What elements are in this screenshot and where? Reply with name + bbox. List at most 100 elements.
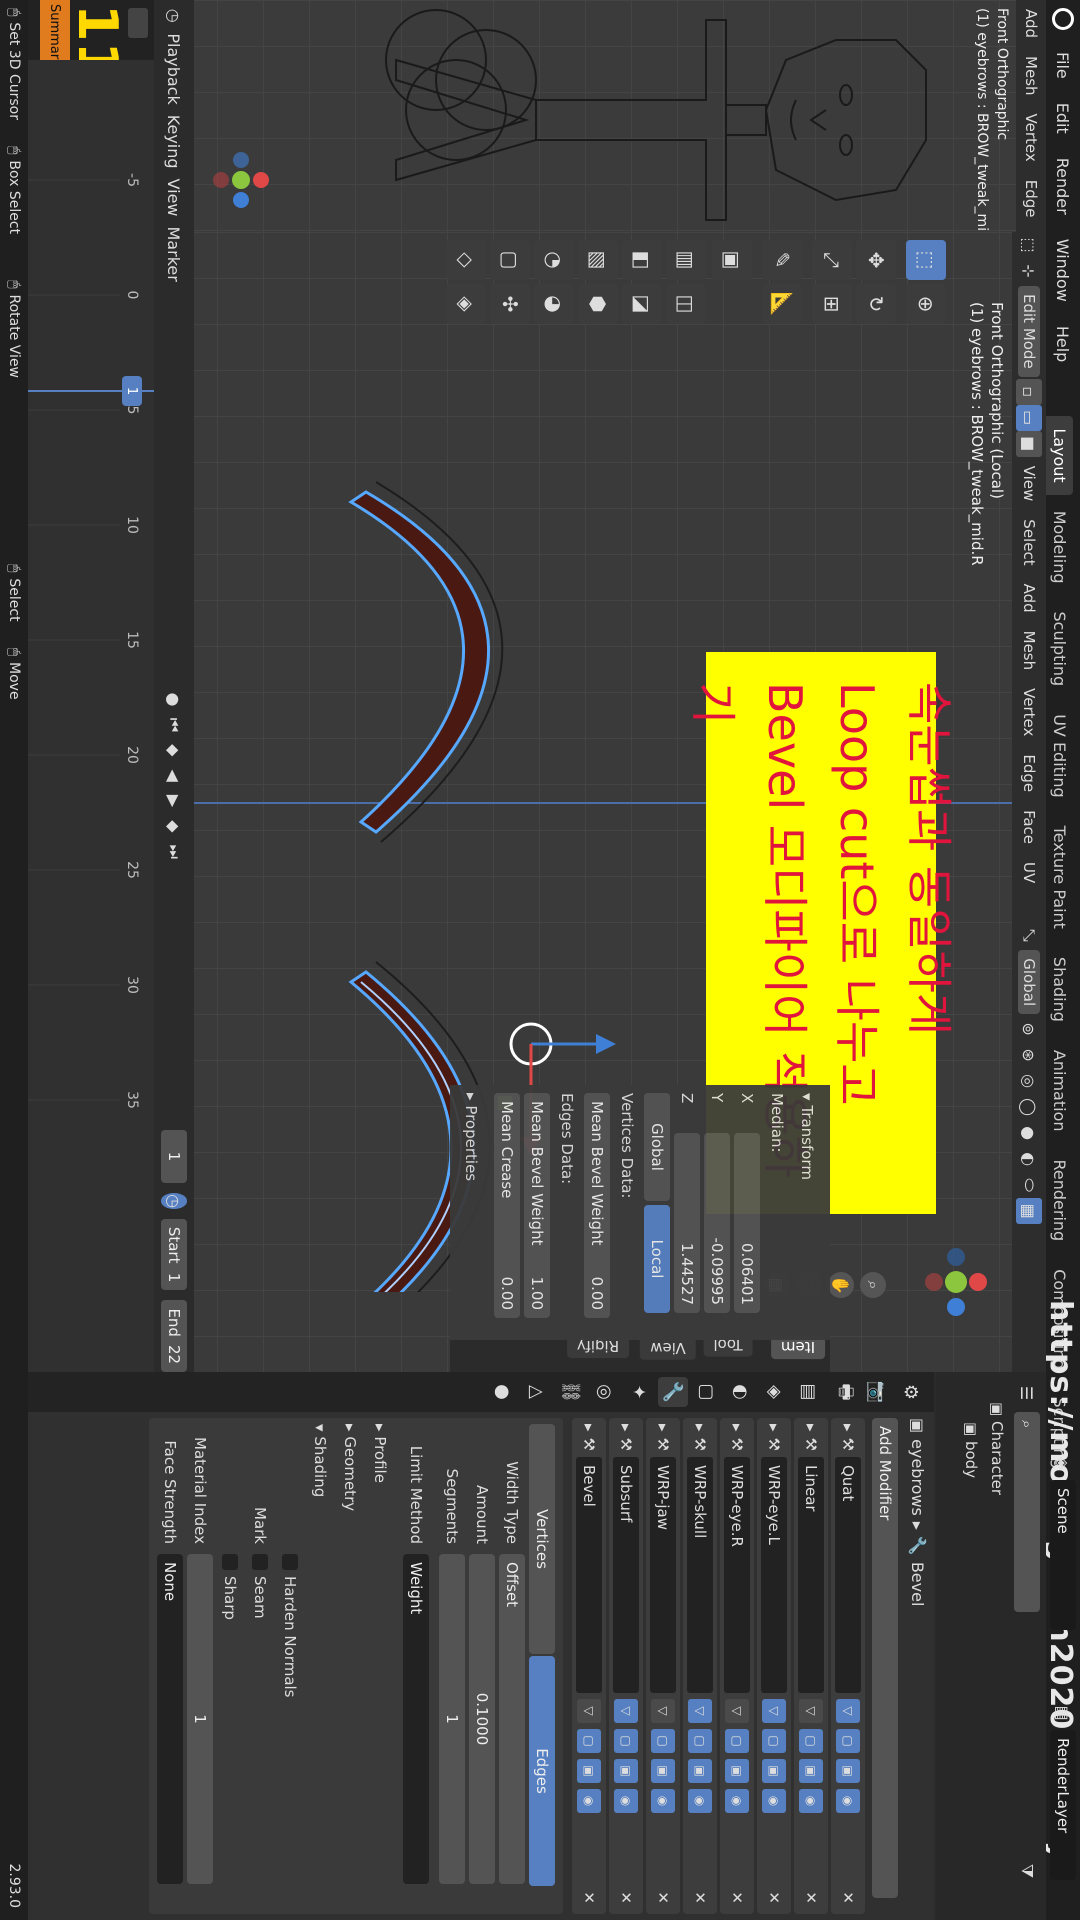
cursor-tool-icon[interactable]: ⊹ bbox=[1016, 258, 1042, 284]
viewport-toggle-icon[interactable]: ▣ bbox=[577, 1758, 601, 1783]
outliner-editor-icon[interactable]: ☰ bbox=[1014, 1380, 1040, 1406]
render-toggle-icon[interactable]: ◉ bbox=[799, 1788, 823, 1813]
vertex-bevel-weight-field[interactable]: Mean Bevel Weight 0.00 bbox=[584, 1093, 610, 1318]
current-frame-field[interactable]: 1 bbox=[161, 1129, 187, 1184]
edge-bevel-weight-field[interactable]: Mean Bevel Weight 1.00 bbox=[524, 1093, 550, 1318]
pan-hand-icon[interactable]: ✋ bbox=[828, 1272, 854, 1298]
overlays-icon[interactable]: ⬭ bbox=[1016, 1172, 1042, 1198]
viewport-toggle-icon[interactable]: ▣ bbox=[799, 1758, 823, 1783]
modifier-row[interactable]: ▸ ⚒ Bevel ▽ ▢ ▣ ◉ ✕ bbox=[572, 1418, 606, 1914]
render-toggle-icon[interactable]: ◉ bbox=[725, 1788, 749, 1813]
median-z-field[interactable]: 1.44527 bbox=[674, 1133, 700, 1313]
constraints-tab-icon[interactable]: ⛓ bbox=[556, 1377, 586, 1407]
scale-tool[interactable]: ⤢ bbox=[812, 240, 852, 280]
render-toggle-icon[interactable]: ◉ bbox=[614, 1788, 638, 1813]
outliner-item-character[interactable]: ▣ Character bbox=[988, 1402, 1006, 1495]
viewport-toggle-icon[interactable]: ▣ bbox=[725, 1758, 749, 1783]
edge-select-icon[interactable]: ▭ bbox=[1016, 404, 1042, 431]
vertex-select-icon[interactable]: ▫ bbox=[1016, 378, 1042, 405]
viewport-menu-select[interactable]: Select bbox=[1020, 510, 1038, 574]
transform-tool[interactable]: ⊞ bbox=[812, 284, 852, 324]
limit-method-select[interactable]: Weight bbox=[403, 1554, 429, 1884]
expand-arrow-icon[interactable]: ▸ bbox=[654, 1424, 672, 1432]
world-tab-icon[interactable]: ◐ bbox=[726, 1377, 756, 1407]
remove-modifier-icon[interactable]: ✕ bbox=[765, 1891, 783, 1904]
properties-subpanel-header[interactable]: ▸ Properties bbox=[456, 1093, 486, 1332]
modifier-row[interactable]: ▸ ⚒ WRP-eye.R ▽ ▢ ▣ ◉ ✕ bbox=[720, 1418, 754, 1914]
prev-keyframe-icon[interactable]: ◆ bbox=[161, 743, 187, 758]
viewport-menu-view[interactable]: View bbox=[1020, 457, 1038, 511]
median-x-field[interactable]: 0.06401 bbox=[734, 1133, 760, 1313]
editmode-toggle-icon[interactable]: ▽ bbox=[577, 1698, 601, 1723]
snap-icon[interactable]: ⊛ bbox=[1016, 1042, 1042, 1068]
cage-toggle-icon[interactable]: ▢ bbox=[614, 1728, 638, 1753]
cage-toggle-icon[interactable]: ▢ bbox=[725, 1728, 749, 1753]
cage-toggle-icon[interactable]: ▢ bbox=[836, 1728, 860, 1753]
scene-selector[interactable]: Scene bbox=[1050, 1480, 1076, 1630]
modifier-name-field[interactable]: WRP-skull bbox=[687, 1456, 713, 1693]
modifier-row[interactable]: ▸ ⚒ Linear ▽ ▢ ▣ ◉ ✕ bbox=[794, 1418, 828, 1914]
modifier-name-field[interactable]: Quat bbox=[835, 1456, 861, 1693]
modifier-row[interactable]: ▸ ⚒ Quat ▽ ▢ ▣ ◉ ✕ bbox=[831, 1418, 865, 1914]
menu-help[interactable]: Help bbox=[1054, 314, 1073, 374]
timeline-ruler[interactable]: -5 0 5 10 15 20 25 30 35 1 bbox=[28, 60, 154, 1372]
scene-tab-icon[interactable]: ◈ bbox=[760, 1377, 790, 1407]
menu-render[interactable]: Render bbox=[1054, 146, 1073, 227]
modifier-name-field[interactable]: WRP-jaw bbox=[650, 1456, 676, 1693]
render-toggle-icon[interactable]: ◉ bbox=[836, 1788, 860, 1813]
expand-arrow-icon[interactable]: ▸ bbox=[580, 1424, 598, 1432]
segments-field[interactable]: 1 bbox=[439, 1554, 465, 1884]
remove-modifier-icon[interactable]: ✕ bbox=[728, 1891, 746, 1904]
viewport-toggle-icon[interactable]: ▣ bbox=[688, 1758, 712, 1783]
next-keyframe-icon[interactable]: ◆ bbox=[161, 819, 187, 834]
bevel-tool[interactable]: ◪ bbox=[622, 284, 662, 324]
pivot-point-icon[interactable]: ⊚ bbox=[1016, 1016, 1042, 1042]
loop-cut-tool[interactable]: ▧ bbox=[578, 240, 618, 280]
amount-field[interactable]: 0.1000 bbox=[469, 1554, 495, 1884]
end-frame-field[interactable]: End 22 bbox=[161, 1300, 187, 1373]
remove-modifier-icon[interactable]: ✕ bbox=[802, 1891, 820, 1904]
remove-modifier-icon[interactable]: ✕ bbox=[691, 1891, 709, 1904]
expand-arrow-icon[interactable]: ▸ bbox=[765, 1424, 783, 1432]
mean-crease-field[interactable]: Mean Crease 0.00 bbox=[494, 1093, 520, 1318]
editmode-toggle-icon[interactable]: ▽ bbox=[799, 1698, 823, 1723]
geometry-subpanel[interactable]: ▸ Geometry bbox=[335, 1424, 365, 1908]
editmode-toggle-icon[interactable]: ▽ bbox=[651, 1698, 675, 1723]
width-type-select[interactable]: Offset bbox=[499, 1554, 525, 1884]
outliner-search-input[interactable]: ⌕ bbox=[1014, 1412, 1040, 1612]
tab-layout[interactable]: Layout bbox=[1046, 416, 1073, 495]
inset-tool[interactable]: ◧ bbox=[622, 240, 662, 280]
smooth-tool[interactable]: ▢ bbox=[490, 240, 530, 280]
viewport-toggle-icon[interactable]: ▣ bbox=[836, 1758, 860, 1783]
modifier-name-field[interactable]: Subsurf bbox=[613, 1456, 639, 1693]
start-frame-field[interactable]: Start 1 bbox=[161, 1218, 187, 1291]
cage-toggle-icon[interactable]: ▢ bbox=[762, 1728, 786, 1753]
physics-tab-icon[interactable]: ◎ bbox=[590, 1377, 620, 1407]
timeline-menu-keying[interactable]: Keying bbox=[165, 115, 184, 169]
modifier-row[interactable]: ▸ ⚒ WRP-skull ▽ ▢ ▣ ◉ ✕ bbox=[683, 1418, 717, 1914]
jump-end-icon[interactable]: ⏭ bbox=[161, 844, 187, 859]
output-tab-icon[interactable]: 🖶 bbox=[828, 1377, 858, 1407]
render-toggle-icon[interactable]: ◉ bbox=[577, 1788, 601, 1813]
timeline-menu-marker[interactable]: Marker bbox=[165, 227, 184, 282]
viewport-toggle-icon[interactable]: ▣ bbox=[651, 1758, 675, 1783]
filter-icon[interactable]: ⧩ bbox=[1014, 1858, 1040, 1884]
data-tab-icon[interactable]: △ bbox=[522, 1377, 552, 1407]
tab-modeling[interactable]: Modeling bbox=[1046, 499, 1073, 596]
editmode-toggle-icon[interactable]: ▽ bbox=[725, 1698, 749, 1723]
tab-uv-editing[interactable]: UV Editing bbox=[1046, 702, 1073, 809]
tab-shading[interactable]: Shading bbox=[1046, 945, 1073, 1034]
reference-viewport[interactable]: Add Mesh Vertex Edge Front Orthographic … bbox=[194, 0, 1046, 232]
knife-tool[interactable]: ⬢ bbox=[578, 284, 618, 324]
cage-toggle-icon[interactable]: ▢ bbox=[651, 1728, 675, 1753]
expand-arrow-icon[interactable]: ▸ bbox=[802, 1424, 820, 1432]
timeline[interactable]: ◷ Playback Keying View Marker ● ⏮ ◆ ◀ ▶ … bbox=[28, 0, 194, 1373]
timeline-editor-icon[interactable]: ◷ bbox=[161, 8, 187, 23]
editor-type-icon[interactable]: ⬚ bbox=[1016, 232, 1042, 258]
spin-tool[interactable]: ◕ bbox=[534, 284, 574, 324]
modifier-tab-icon[interactable]: 🔧 bbox=[658, 1377, 688, 1407]
viewport-menu-add[interactable]: Add bbox=[1020, 575, 1038, 622]
remove-modifier-icon[interactable]: ✕ bbox=[580, 1891, 598, 1904]
rip-tool[interactable]: ◈ bbox=[446, 284, 486, 324]
profile-subpanel[interactable]: ▸ Profile bbox=[365, 1424, 395, 1908]
